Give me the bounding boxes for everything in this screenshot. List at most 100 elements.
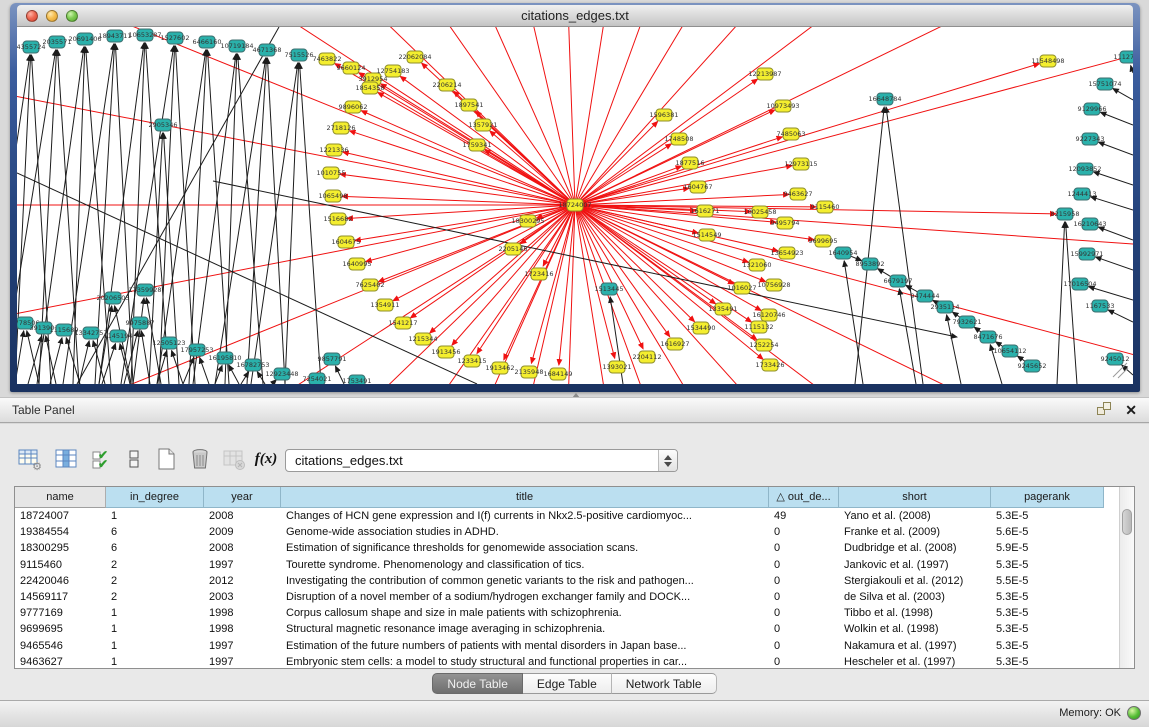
table-cell[interactable]: 14569117 bbox=[15, 589, 106, 605]
table-cell[interactable]: Hescheler et al. (1997) bbox=[839, 654, 991, 669]
column-header-short[interactable]: short bbox=[839, 487, 991, 508]
table-cell[interactable]: Franke et al. (2009) bbox=[839, 524, 991, 540]
table-cell[interactable]: Embryonic stem cells: a model to study s… bbox=[281, 654, 769, 669]
column-header-out_de[interactable]: △ out_de... bbox=[769, 487, 839, 508]
citation-edge-black[interactable] bbox=[189, 50, 207, 384]
table-selector-dropdown[interactable]: citations_edges.txt bbox=[285, 449, 678, 472]
citation-edge-black[interactable] bbox=[1089, 287, 1133, 300]
citation-edge-black[interactable] bbox=[886, 107, 923, 384]
network-window[interactable]: citations_edges.txt 43557242035571206914… bbox=[10, 3, 1140, 392]
citation-edge-black[interactable] bbox=[193, 54, 236, 384]
citation-edge-red[interactable] bbox=[575, 166, 682, 205]
table-cell[interactable]: 2009 bbox=[204, 524, 281, 540]
table-cell[interactable]: 5.3E-5 bbox=[991, 654, 1104, 669]
table-cell[interactable]: Stergiakouli et al. (2012) bbox=[839, 573, 991, 589]
tab-network-table[interactable]: Network Table bbox=[612, 673, 717, 694]
table-cell[interactable]: 6 bbox=[106, 524, 204, 540]
table-cell[interactable]: 49 bbox=[769, 508, 839, 524]
table-cell[interactable]: Nakamura et al. (1997) bbox=[839, 638, 991, 654]
table-cell[interactable]: 0 bbox=[769, 638, 839, 654]
column-header-title[interactable]: title bbox=[281, 487, 769, 508]
table-cell[interactable]: 18724007 bbox=[15, 508, 106, 524]
citation-edge-black[interactable] bbox=[141, 331, 150, 384]
citation-edge-black[interactable] bbox=[1113, 88, 1133, 100]
table-row[interactable]: 2242004622012Investigating the contribut… bbox=[15, 573, 1134, 589]
citation-edge-red[interactable] bbox=[452, 205, 575, 345]
table-cell[interactable]: 2 bbox=[106, 589, 204, 605]
table-cell[interactable]: 5.3E-5 bbox=[991, 557, 1104, 573]
table-cell[interactable]: 1997 bbox=[204, 654, 281, 669]
table-row[interactable]: 1456911722003Disruption of a novel membe… bbox=[15, 589, 1134, 605]
table-cell[interactable]: Structural magnetic resonance image aver… bbox=[281, 621, 769, 637]
table-cell[interactable]: 0 bbox=[769, 524, 839, 540]
table-cell[interactable]: 6 bbox=[106, 540, 204, 556]
citation-edge-black[interactable] bbox=[285, 63, 299, 384]
table-cell[interactable]: 1 bbox=[106, 654, 204, 669]
citation-edge-black[interactable] bbox=[1094, 172, 1133, 185]
scrollbar-thumb[interactable] bbox=[1122, 509, 1132, 535]
table-cell[interactable]: Dudbridge et al. (2008) bbox=[839, 540, 991, 556]
delete-column-icon[interactable] bbox=[186, 445, 214, 473]
column-header-year[interactable]: year bbox=[204, 487, 281, 508]
citation-edge-black[interactable] bbox=[1091, 197, 1133, 210]
citation-edge-black[interactable] bbox=[1057, 222, 1065, 384]
close-panel-icon[interactable]: ✕ bbox=[1125, 403, 1137, 417]
citation-edge-black[interactable] bbox=[17, 331, 24, 384]
float-panel-icon[interactable] bbox=[1097, 402, 1113, 417]
memory-status-icon[interactable] bbox=[1127, 706, 1141, 720]
table-cell[interactable]: Investigating the contribution of common… bbox=[281, 573, 769, 589]
function-builder-icon[interactable]: f(x) bbox=[252, 445, 280, 473]
vertical-scrollbar[interactable] bbox=[1119, 487, 1134, 668]
citation-edge-black[interactable] bbox=[157, 50, 206, 384]
table-cell[interactable]: Tibbo et al. (1998) bbox=[839, 605, 991, 621]
column-header-name[interactable]: name bbox=[15, 487, 106, 508]
table-cell[interactable]: 5.9E-5 bbox=[991, 540, 1104, 556]
table-cell[interactable]: 1 bbox=[106, 508, 204, 524]
table-row[interactable]: 1830029562008Estimation of significance … bbox=[15, 540, 1134, 556]
citation-edge-black[interactable] bbox=[146, 43, 169, 384]
table-cell[interactable]: de Silva et al. (2003) bbox=[839, 589, 991, 605]
table-cell[interactable]: 2 bbox=[106, 557, 204, 573]
table-row[interactable]: 911546021997Tourette syndrome. Phenomeno… bbox=[15, 557, 1134, 573]
table-cell[interactable]: 2 bbox=[106, 573, 204, 589]
network-canvas[interactable]: 4355724203557120691406189437111065328715… bbox=[17, 27, 1133, 384]
table-cell[interactable]: Yano et al. (2008) bbox=[839, 508, 991, 524]
table-cell[interactable]: 5.3E-5 bbox=[991, 621, 1104, 637]
table-cell[interactable]: 0 bbox=[769, 573, 839, 589]
table-cell[interactable]: 0 bbox=[769, 589, 839, 605]
citation-edge-black[interactable] bbox=[1098, 227, 1133, 240]
citation-edge-black[interactable] bbox=[27, 331, 39, 384]
table-row[interactable]: 977716911998Corpus callosum shape and si… bbox=[15, 605, 1134, 621]
table-cell[interactable]: 9463627 bbox=[15, 654, 106, 669]
citation-edge-red[interactable] bbox=[490, 131, 575, 205]
tab-edge-table[interactable]: Edge Table bbox=[523, 673, 612, 694]
citation-edge-black[interactable] bbox=[1098, 142, 1133, 155]
table-row[interactable]: 1872400712008Changes of HCN gene express… bbox=[15, 508, 1134, 524]
citation-edge-black[interactable] bbox=[1100, 112, 1133, 125]
window-titlebar[interactable]: citations_edges.txt bbox=[17, 5, 1133, 27]
citation-edge-black[interactable] bbox=[1096, 257, 1133, 270]
table-cell[interactable]: Changes of HCN gene expression and I(f) … bbox=[281, 508, 769, 524]
table-row[interactable]: 969969511998Structural magnetic resonanc… bbox=[15, 621, 1134, 637]
table-cell[interactable]: 18300295 bbox=[15, 540, 106, 556]
column-header-in_degree[interactable]: in_degree bbox=[106, 487, 204, 508]
citation-edge-red[interactable] bbox=[575, 27, 1020, 205]
table-cell[interactable]: Genome-wide association studies in ADHD. bbox=[281, 524, 769, 540]
table-cell[interactable]: Corpus callosum shape and size in male p… bbox=[281, 605, 769, 621]
table-cell[interactable]: 5.3E-5 bbox=[991, 508, 1104, 524]
citation-edge-black[interactable] bbox=[272, 380, 276, 384]
citation-edge-black[interactable] bbox=[50, 338, 62, 384]
table-cell[interactable]: 5.5E-5 bbox=[991, 573, 1104, 589]
citation-edge-black[interactable] bbox=[257, 372, 265, 384]
table-cell[interactable]: 2003 bbox=[204, 589, 281, 605]
table-row[interactable]: 1938455462009Genome-wide association stu… bbox=[15, 524, 1134, 540]
table-cell[interactable]: 0 bbox=[769, 605, 839, 621]
citation-edge-black[interactable] bbox=[855, 107, 884, 384]
node-table[interactable]: namein_degreeyeartitle△ out_de...shortpa… bbox=[14, 486, 1135, 669]
table-cell[interactable]: 1998 bbox=[204, 621, 281, 637]
table-cell[interactable]: 9777169 bbox=[15, 605, 106, 621]
table-cell[interactable]: Estimation of the future numbers of pati… bbox=[281, 638, 769, 654]
table-cell[interactable]: 5.6E-5 bbox=[991, 524, 1104, 540]
citation-edge-black[interactable] bbox=[1108, 310, 1133, 322]
table-cell[interactable]: 1 bbox=[106, 638, 204, 654]
